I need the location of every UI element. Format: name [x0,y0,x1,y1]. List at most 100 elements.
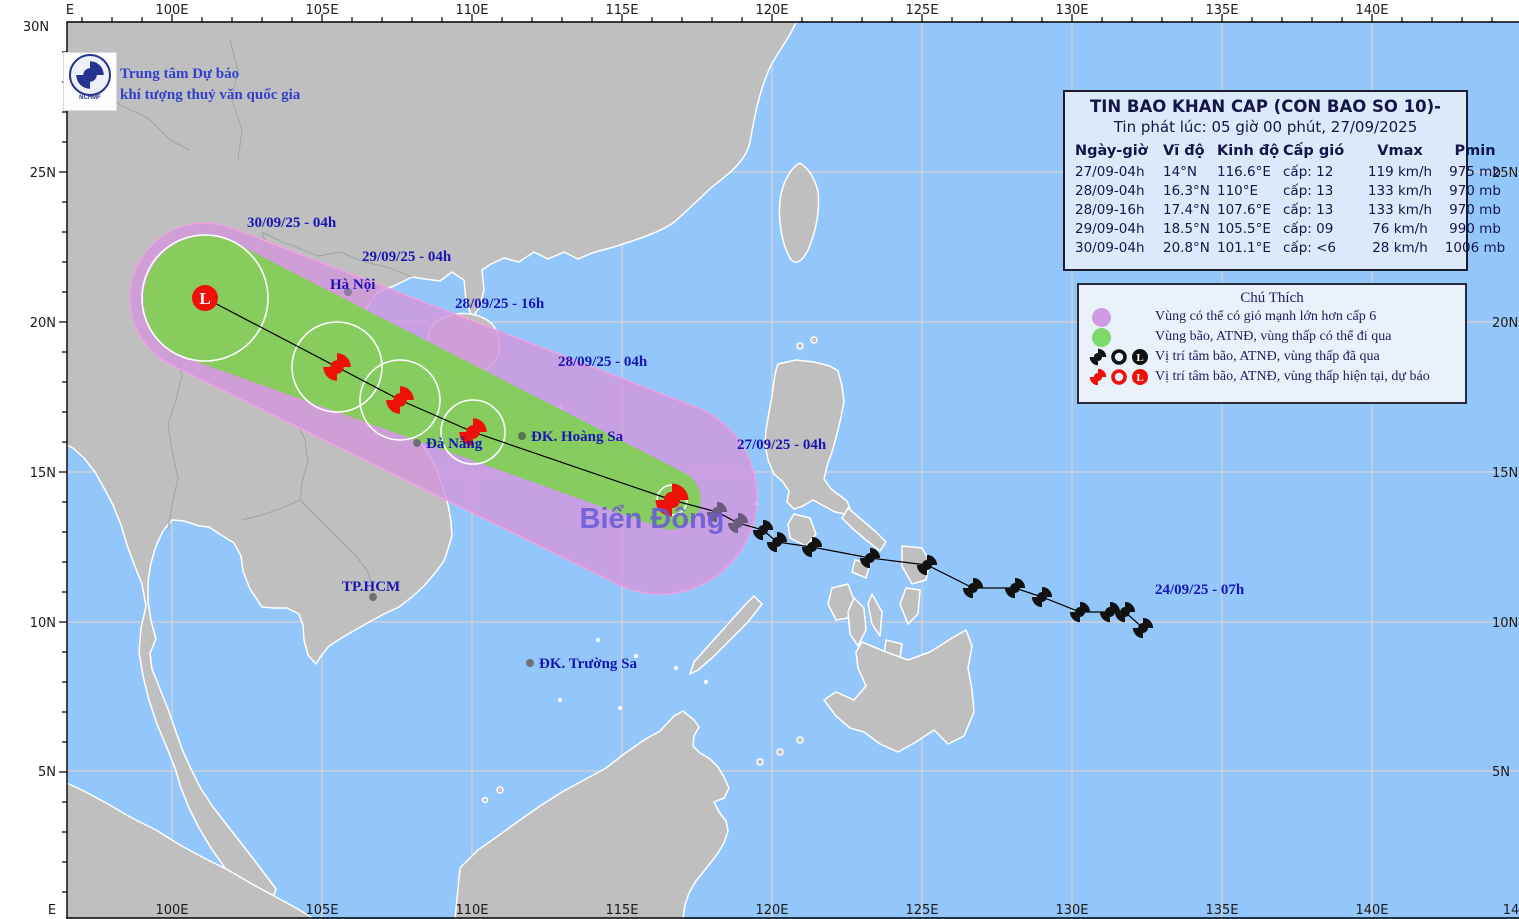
axis-label-lat-right: 5N [1492,765,1510,780]
date-label: 27/09/25 - 04h [737,437,827,453]
island-sulu [756,758,764,766]
axis-label-lat-left: 5N [38,765,56,780]
axis-label-lon-bottom: 120E [755,903,788,918]
forecast-table-cell: cấp: 12 [1283,163,1334,180]
legend-title: Chú Thích [1240,290,1304,306]
island-natuna [481,796,489,804]
org-name-line2: khí tượng thuỷ văn quốc gia [120,87,301,103]
place-label: Hà Nội [330,277,375,293]
island-sulu [796,736,804,744]
forecast-table-cell: 30/09-04h [1075,239,1145,256]
islet-marker [673,665,679,671]
date-label: 24/09/25 - 07h [1155,582,1245,598]
islet-marker [595,637,601,643]
forecast-table-cell: cấp: 09 [1283,220,1334,237]
axis-label-lon-bottom: 140E [1355,903,1388,918]
org-name: Trung tâm Dự báo khí tượng thuỷ văn quốc… [120,64,300,106]
axis-label-lat-left: 25N [30,166,56,181]
place-dot [518,432,526,440]
legend-item-label: Vùng có thể có gió mạnh lớn hơn cấp 6 [1155,309,1377,324]
depression-ring-icon [1111,349,1127,365]
legend-item: L Vị trí tâm bão, ATNĐ, vùng thấp hiện tạ… [1079,367,1465,387]
date-label: 28/09/25 - 16h [455,296,545,312]
forecast-table-cell: 1006 mb [1444,239,1506,256]
forecast-table-cell: Pmin [1454,142,1496,159]
forecast-table-cell: 990 mb [1449,220,1501,237]
axis-label-lon-top: 120E [755,3,788,18]
axis-label-lon-top: 115E [605,3,638,18]
forecast-table: Ngày-giờ Vĩ độ Kinh độ Cấp gió Vmax Pmin 27/09… [1065,139,1505,257]
place-dot [413,439,421,447]
date-label: 29/09/25 - 04h [362,249,452,265]
island-sulu [776,748,784,756]
sea-name-label: Biển Đông [580,503,725,535]
forecast-table-cell: cấp: 13 [1283,182,1334,199]
forecast-table-cell: 133 km/h [1367,182,1433,199]
typhoon-symbol-icon [1089,368,1107,386]
axis-label-lon-bottom: 125E [905,903,938,918]
forecast-table-cell: 16.3°N [1163,182,1210,199]
axis-label-lon-top: 140E [1355,3,1388,18]
axis-label-lat-left: 20N [30,316,56,331]
nchmf-logo-icon [69,54,111,96]
axis-label-lat-right: 20N [1492,316,1518,331]
alert-title: TIN BAO KHAN CAP (CON BAO SO 10)- [1089,97,1442,116]
org-name-line1: Trung tâm Dự báo [120,66,240,82]
purple-area-dot [1092,307,1111,327]
forecast-table-cell: 119 km/h [1367,163,1433,180]
place-label: ĐK. Trường Sa [539,656,638,672]
forecast-table-row: 27/09-04h 14°N 116.6°E cấp: 12 119 km/h 975 m… [1065,162,1501,181]
legend-item: Vùng bão, ATNĐ, vùng thấp có thể đi qua [1079,327,1465,347]
forecast-table-cell: 110°E [1217,182,1259,199]
forecast-table-cell: 105.5°E [1217,220,1271,237]
axis-label-lon-bottom: 110E [455,903,488,918]
forecast-table-cell: 970 mb [1449,201,1501,218]
forecast-table-cell: 20.8°N [1163,239,1210,256]
forecast-table-header: Ngày-giờ Vĩ độ Kinh độ Cấp gió Vmax Pmin [1065,139,1496,162]
forecast-table-cell: 18.5°N [1163,220,1210,237]
forecast-table-cell: 28/09-04h [1075,182,1145,199]
island-babuyan [810,336,818,344]
nchmf-logo-text: NCHMF [79,95,101,101]
storm-forecast-map-page: { "branding": { "org_line1": "Trung tâm … [0,0,1519,919]
legend-item-label: Vùng bão, ATNĐ, vùng thấp có thể đi qua [1155,329,1392,344]
forecast-table-cell: 970 mb [1449,182,1501,199]
forecast-table-cell: 29/09-04h [1075,220,1145,237]
legend-item-label: Vị trí tâm bão, ATNĐ, vùng thấp hiện tại… [1155,369,1430,384]
svg-text:L: L [1136,372,1143,384]
islet-marker [557,697,563,703]
forecast-table-cell: 116.6°E [1217,163,1271,180]
axis-label-lon-bottom: 135E [1205,903,1238,918]
axis-label-lon-bottom: 130E [1055,903,1088,918]
axis-label-lon-top: 135E [1205,3,1238,18]
forecast-table-cell: Vmax [1377,142,1423,159]
axis-label-lon-bottom: 115E [605,903,638,918]
forecast-table-cell: 28 km/h [1372,239,1428,256]
green-area-dot [1092,327,1111,347]
forecast-table-row: 28/09-04h 16.3°N 110°E cấp: 13 133 km/h 970 m… [1065,181,1501,200]
axis-label-lon-bottom: 105E [305,903,338,918]
axis-label-clipped: E [48,903,56,918]
forecast-table-cell: cấp: 13 [1283,201,1334,218]
forecast-table-cell: Ngày-giờ [1075,142,1148,159]
nchmf-logo: NCHMF [63,52,117,111]
depression-ring-icon [1111,369,1127,385]
place-dot [526,659,534,667]
date-label: 30/09/25 - 04h [247,215,337,231]
islet-marker [703,679,709,685]
green-area-swatch [1079,327,1155,347]
alert-issued-time: Tin phát lúc: 05 giờ 00 phút, 27/09/2025 [1113,118,1418,136]
forecast-table-row: 29/09-04h 18.5°N 105.5°E cấp: 09 76 km/h 990 … [1065,219,1501,238]
axis-label-lon-top: 110E [455,3,488,18]
purple-area-swatch [1079,307,1155,327]
svg-text:L: L [1136,352,1143,364]
island-natuna [496,786,504,794]
forecast-table-cell: 975 mb [1449,163,1501,180]
current-forecast-symbols: L [1079,368,1155,386]
axis-label-lon-top: 100E [155,3,188,18]
axis-label-lon-bottom: 100E [155,903,188,918]
legend-box: Chú Thích Vùng có thể có gió mạnh lớn hơ… [1077,283,1467,404]
island-babuyan [796,342,804,350]
forecast-table-cell: 14°N [1163,163,1198,180]
low-pressure-icon: L [1132,349,1148,365]
